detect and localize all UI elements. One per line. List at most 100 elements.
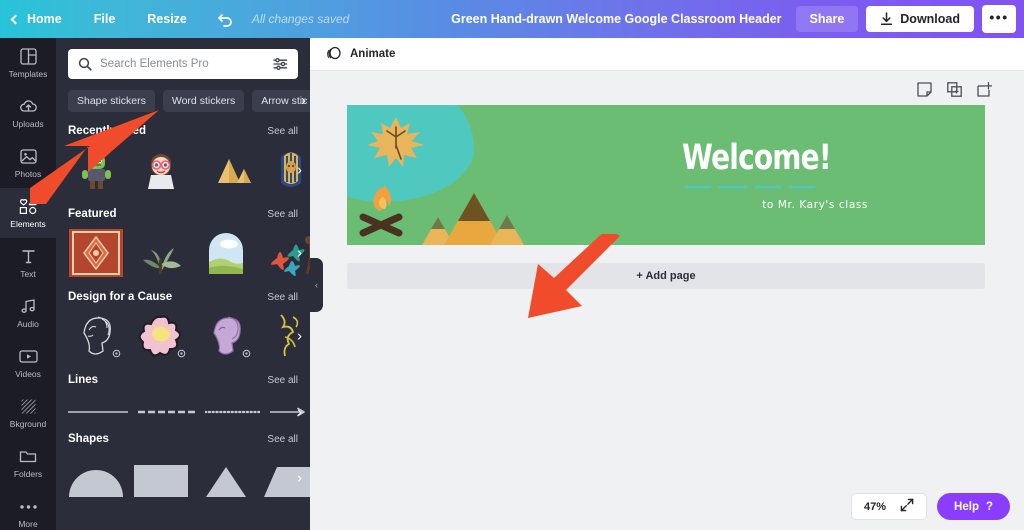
duplicate-page-icon[interactable] xyxy=(947,82,962,102)
tab-word-stickers[interactable]: Word stickers xyxy=(162,90,245,112)
ellipsis-icon xyxy=(19,497,38,516)
section-title: Featured xyxy=(68,208,117,220)
row-next-chevron-icon[interactable]: › xyxy=(297,162,302,179)
animate-button[interactable]: Animate xyxy=(350,48,395,60)
see-all-link[interactable]: See all xyxy=(267,126,298,137)
search-bar[interactable] xyxy=(68,49,298,79)
semicircle-shape[interactable] xyxy=(68,453,124,503)
sidebar-item-more[interactable]: More xyxy=(0,488,56,530)
expand-arrows-icon[interactable] xyxy=(900,498,914,515)
pharaoh-sticker[interactable] xyxy=(263,145,310,195)
yellow-figure-sketch[interactable] xyxy=(263,311,310,361)
tab-shape-stickers[interactable]: Shape stickers xyxy=(68,90,155,112)
pro-badge xyxy=(175,347,188,360)
page-tools xyxy=(917,82,993,102)
download-label: Download xyxy=(900,12,960,26)
design-title-text: Welcome! xyxy=(682,138,832,178)
panel-collapse-handle[interactable]: ‹ xyxy=(310,258,323,312)
triangle-shape[interactable] xyxy=(198,453,254,503)
rectangle-shape[interactable] xyxy=(133,453,189,503)
section-title: Design for a Cause xyxy=(68,291,173,303)
sidebar-label-uploads: Uploads xyxy=(12,119,44,129)
search-container xyxy=(56,38,310,79)
green-leaves-illustration[interactable] xyxy=(133,228,189,278)
solid-line[interactable] xyxy=(68,404,128,420)
top-bar: Home File Resize All changes saved Green… xyxy=(0,0,1024,38)
download-button[interactable]: Download xyxy=(866,6,974,32)
search-icon xyxy=(78,57,92,71)
sidebar-item-uploads[interactable]: Uploads xyxy=(0,88,56,138)
pink-flower-egg[interactable] xyxy=(133,311,189,361)
help-question-icon: ? xyxy=(985,500,993,513)
sidebar-label-templates: Templates xyxy=(8,69,48,79)
resize-button[interactable]: Resize xyxy=(131,0,203,38)
save-status: All changes saved xyxy=(251,12,350,26)
home-button[interactable]: Home xyxy=(0,0,78,38)
row-next-chevron-icon[interactable]: › xyxy=(297,404,302,421)
sidebar-item-elements[interactable]: Elements xyxy=(0,188,56,238)
music-note-icon xyxy=(20,297,37,316)
undo-icon xyxy=(218,13,232,27)
line-art-face-purple[interactable] xyxy=(198,311,254,361)
filter-sliders-icon[interactable] xyxy=(273,57,288,71)
row-next-chevron-icon[interactable]: › xyxy=(297,470,302,487)
tab-label: Word stickers xyxy=(171,95,236,107)
sidebar-label-folders: Folders xyxy=(13,469,43,479)
person-with-glasses-sticker[interactable] xyxy=(133,145,189,195)
section-lines: Lines See all › xyxy=(56,361,310,421)
see-all-link[interactable]: See all xyxy=(267,434,298,445)
sidebar-label-more: More xyxy=(18,519,38,529)
file-menu[interactable]: File xyxy=(78,0,132,38)
add-page-button[interactable]: + Add page xyxy=(347,263,985,289)
design-subtitle-text: to Mr. Kary's class xyxy=(762,199,868,211)
see-all-link[interactable]: See all xyxy=(267,209,298,220)
folder-icon xyxy=(19,447,37,466)
row-next-chevron-icon[interactable]: › xyxy=(297,328,302,345)
sidebar-item-photos[interactable]: Photos xyxy=(0,138,56,188)
row-next-chevron-icon[interactable]: › xyxy=(297,245,302,262)
text-icon xyxy=(20,247,37,266)
sidebar-item-videos[interactable]: Videos xyxy=(0,338,56,388)
element-row: › xyxy=(68,228,310,278)
dashed-line[interactable] xyxy=(138,404,195,420)
arrow-line[interactable] xyxy=(270,404,310,420)
pyramids-sticker[interactable] xyxy=(198,145,254,195)
sidebar-item-folders[interactable]: Folders xyxy=(0,438,56,488)
search-input[interactable] xyxy=(92,58,273,70)
add-page-icon[interactable] xyxy=(977,82,993,102)
design-canvas[interactable]: Welcome! to Mr. Kary's class xyxy=(347,105,985,245)
see-all-link[interactable]: See all xyxy=(267,292,298,303)
undo-button[interactable] xyxy=(203,0,248,38)
home-label: Home xyxy=(27,12,62,26)
image-icon xyxy=(19,147,37,166)
video-icon xyxy=(18,347,38,366)
persian-rug-pattern[interactable] xyxy=(68,228,124,278)
sidebar-item-templates[interactable]: Templates xyxy=(0,38,56,88)
notes-icon[interactable] xyxy=(917,82,932,102)
trapezoid-shape[interactable] xyxy=(263,453,310,503)
arch-landscape-illustration[interactable] xyxy=(198,228,254,278)
flowers-illustration[interactable] xyxy=(263,228,310,278)
tabs-next-chevron-icon[interactable]: › xyxy=(301,92,306,109)
see-all-link[interactable]: See all xyxy=(267,375,298,386)
context-toolbar: Animate xyxy=(310,38,1024,71)
animate-icon xyxy=(327,46,341,60)
add-page-label: + Add page xyxy=(636,270,696,282)
sidebar-item-text[interactable]: Text xyxy=(0,238,56,288)
left-sidebar: Templates Uploads Photos Elements Text A… xyxy=(0,38,56,530)
sidebar-item-bkground[interactable]: Bkground xyxy=(0,388,56,438)
help-button[interactable]: Help ? xyxy=(937,493,1010,520)
more-options-button[interactable]: ••• xyxy=(982,5,1016,33)
section-header: Shapes See all xyxy=(68,433,298,445)
orc-character-sticker[interactable] xyxy=(68,145,124,195)
share-button[interactable]: Share xyxy=(795,6,859,32)
zoom-control[interactable]: 47% xyxy=(851,493,928,520)
line-art-face-white[interactable] xyxy=(68,311,124,361)
cloud-upload-icon xyxy=(19,97,38,116)
dotted-line[interactable] xyxy=(205,404,260,420)
design-text-block[interactable]: Welcome! to Mr. Kary's class xyxy=(682,138,942,212)
sidebar-item-audio[interactable]: Audio xyxy=(0,288,56,338)
design-title[interactable]: Green Hand-drawn Welcome Google Classroo… xyxy=(451,12,781,26)
main-area: Animate Welcome! to Mr. Kary's class + A… xyxy=(310,38,1024,530)
tab-label: Shape stickers xyxy=(77,95,146,107)
